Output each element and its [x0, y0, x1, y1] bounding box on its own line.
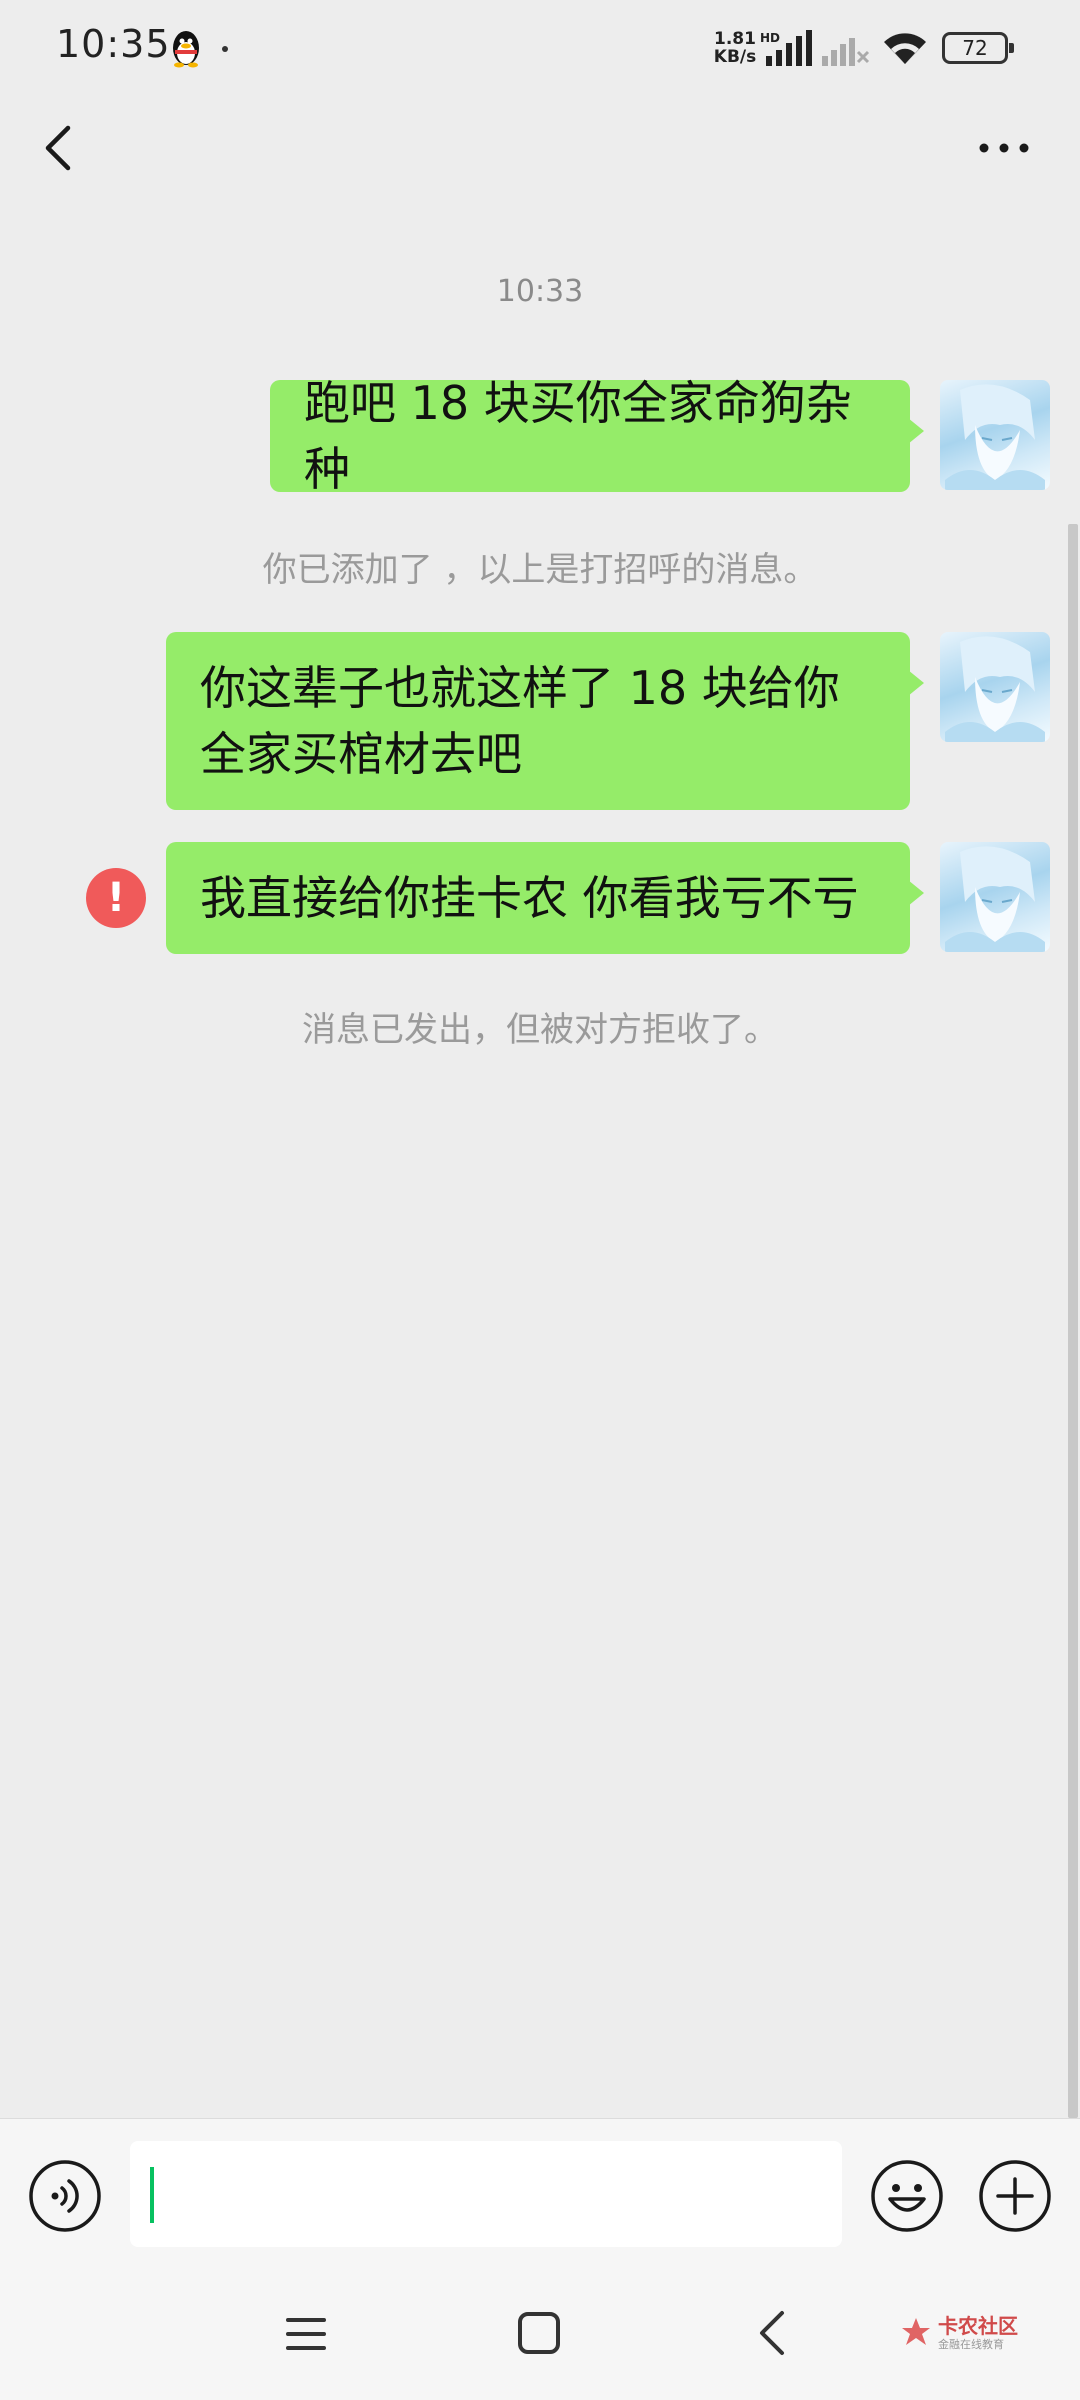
avatar[interactable]	[940, 380, 1050, 490]
home-square-icon[interactable]	[516, 2310, 562, 2356]
message-text: 你这辈子也就这样了 18 块给你全家买棺材去吧	[200, 661, 840, 781]
signal-hd-label: HD	[760, 31, 780, 45]
watermark-logo-icon	[902, 2318, 930, 2345]
avatar-image	[945, 846, 1045, 952]
message-bubble[interactable]: 跑吧 18 块买你全家命狗杂种	[270, 376, 924, 496]
message-text: 跑吧 18 块买你全家命狗杂种	[304, 376, 852, 496]
title-bar	[0, 96, 1080, 212]
chat-area[interactable]: 10:33 跑吧 18 块买你全家命狗杂种 你已添加了 ，以上是打招呼的消息。 …	[0, 212, 1080, 2118]
battery-indicator: 72	[942, 32, 1014, 64]
nav-back-icon[interactable]	[752, 2308, 792, 2358]
menu-icon[interactable]	[284, 2312, 328, 2356]
message-timestamp: 10:33	[496, 274, 584, 309]
watermark-slogan: 金融在线教育	[938, 2338, 1004, 2351]
avatar-image	[945, 384, 1045, 490]
qq-penguin-icon	[173, 31, 199, 68]
avatar-image	[945, 636, 1045, 742]
chevron-left-icon[interactable]	[30, 118, 90, 178]
message-bubble[interactable]: 你这辈子也就这样了 18 块给你全家买棺材去吧	[166, 632, 924, 810]
status-bar: 10:35 1.81 KB/s HD 72	[0, 0, 1080, 96]
cellular-signal-2-icon	[822, 38, 870, 66]
net-speed-value: 1.81	[714, 29, 756, 49]
rejected-notice: 消息已发出，但被对方拒收了。	[302, 1010, 778, 1050]
input-bar	[0, 2118, 1080, 2268]
voice-icon[interactable]	[28, 2159, 102, 2233]
message-text: 我直接给你挂卡农 你看我亏不亏	[200, 871, 859, 925]
net-speed: 1.81 KB/s	[710, 30, 760, 66]
system-notice: 你已添加了 ，以上是打招呼的消息。	[262, 550, 818, 590]
message-bubble[interactable]: 我直接给你挂卡农 你看我亏不亏	[166, 842, 924, 954]
more-dots-icon[interactable]	[972, 118, 1036, 178]
system-nav-bar: 卡农社区 金融在线教育	[0, 2268, 1080, 2400]
emoji-icon[interactable]	[870, 2159, 944, 2233]
send-failed-icon[interactable]: !	[86, 868, 146, 928]
message-input[interactable]	[130, 2141, 842, 2247]
wifi-icon	[884, 33, 926, 64]
cellular-signal-icon: HD	[760, 30, 812, 66]
avatar[interactable]	[940, 842, 1050, 952]
plus-icon[interactable]	[978, 2159, 1052, 2233]
watermark-brand: 卡农社区	[938, 2314, 1018, 2338]
status-time: 10:35	[56, 22, 171, 66]
scrollbar[interactable]	[1068, 524, 1078, 2118]
notification-dot-icon	[222, 46, 228, 52]
net-speed-unit: KB/s	[713, 47, 757, 67]
text-caret	[150, 2167, 154, 2223]
watermark: 卡农社区 金融在线教育	[898, 2310, 1028, 2358]
avatar[interactable]	[940, 632, 1050, 742]
